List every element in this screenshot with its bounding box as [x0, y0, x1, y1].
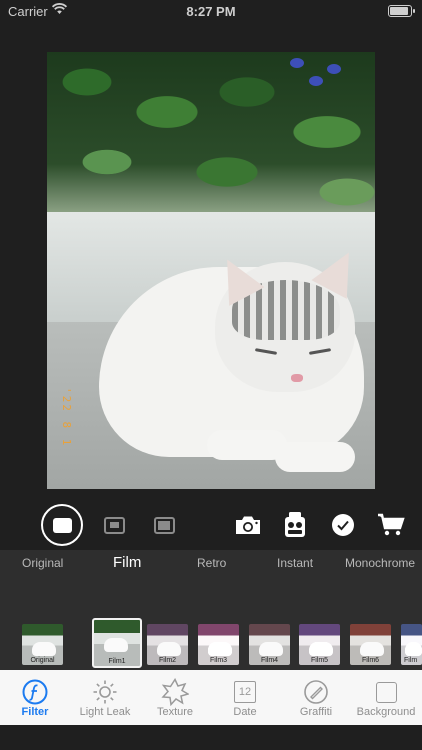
- thumb-label: Film4: [260, 657, 279, 664]
- check-icon: [332, 514, 354, 536]
- filter-icon: [21, 678, 49, 706]
- frames-button[interactable]: [282, 502, 308, 548]
- thumb-label: Film: [404, 657, 418, 664]
- background-icon: [372, 678, 400, 706]
- thumb-label: Film1: [108, 658, 126, 665]
- tab-retro[interactable]: Retro: [197, 556, 226, 570]
- filter-thumb-film3[interactable]: Film3: [198, 624, 239, 665]
- photo-flower: [327, 64, 341, 74]
- filter-thumb-film7[interactable]: Film: [401, 624, 422, 665]
- graffiti-icon: [302, 678, 330, 706]
- cart-icon: [378, 513, 405, 536]
- thumb-label: Film3: [209, 657, 228, 664]
- home-indicator-area: [0, 725, 422, 750]
- aspect-ratio-medium-button[interactable]: [152, 502, 176, 548]
- camera-button[interactable]: [232, 502, 264, 548]
- photo-cat-paw: [275, 442, 355, 472]
- photo-flower: [290, 58, 304, 68]
- nav-background[interactable]: Background: [344, 675, 422, 725]
- aspect-ratio-full-button[interactable]: [41, 502, 83, 548]
- filter-thumb-film2[interactable]: Film2: [147, 624, 188, 665]
- filter-thumb-original[interactable]: Original: [22, 624, 63, 665]
- aspect-medium-icon: [153, 516, 175, 534]
- battery-icon: [388, 5, 415, 17]
- light-leak-icon: [91, 678, 119, 706]
- filter-thumb-film5[interactable]: Film5: [299, 624, 340, 665]
- filter-thumb-film4[interactable]: Film4: [249, 624, 290, 665]
- clock: 8:27 PM: [186, 4, 236, 19]
- status-bar: Carrier 8:27 PM: [0, 0, 422, 22]
- photo-foliage: [47, 52, 375, 212]
- bottom-nav: Filter Light Leak Texture 12 Date Graffi…: [0, 670, 422, 725]
- camera-icon: [236, 516, 260, 534]
- filter-thumb-film1[interactable]: Film1: [92, 618, 142, 668]
- tool-row: [0, 502, 422, 548]
- date-stamp: '22 8 1: [60, 387, 73, 448]
- aspect-small-icon: [103, 516, 125, 534]
- date-icon: 12: [231, 678, 259, 706]
- filter-thumb-film6[interactable]: Film6: [350, 624, 391, 665]
- texture-icon: [161, 678, 189, 706]
- thumb-label: Film6: [361, 657, 380, 664]
- tab-original[interactable]: Original: [22, 556, 63, 570]
- aspect-full-icon: [52, 517, 72, 533]
- cart-button[interactable]: [376, 502, 406, 548]
- thumb-label: Film5: [310, 657, 329, 664]
- date-icon-number: 12: [234, 681, 256, 703]
- frames-icon: [285, 512, 305, 537]
- tab-monochrome[interactable]: Monochrome: [345, 556, 415, 570]
- photo-preview[interactable]: '22 8 1: [47, 52, 375, 489]
- filter-panel: Original Film Retro Instant Monochrome O…: [0, 550, 422, 670]
- photo-flower: [309, 76, 323, 86]
- thumb-label: Film2: [158, 657, 177, 664]
- thumb-label: Original: [30, 657, 55, 664]
- tab-film[interactable]: Film: [113, 554, 141, 571]
- selection-ring: [41, 504, 83, 546]
- photo-cat-nose: [291, 374, 303, 382]
- aspect-ratio-small-button[interactable]: [102, 502, 126, 548]
- filter-thumbnail-strip: Original Film1 Film2 Film3 Film4 Film5 F…: [0, 618, 422, 670]
- nav-label: Background: [356, 706, 416, 718]
- tab-instant[interactable]: Instant: [277, 556, 313, 570]
- confirm-button[interactable]: [331, 502, 355, 548]
